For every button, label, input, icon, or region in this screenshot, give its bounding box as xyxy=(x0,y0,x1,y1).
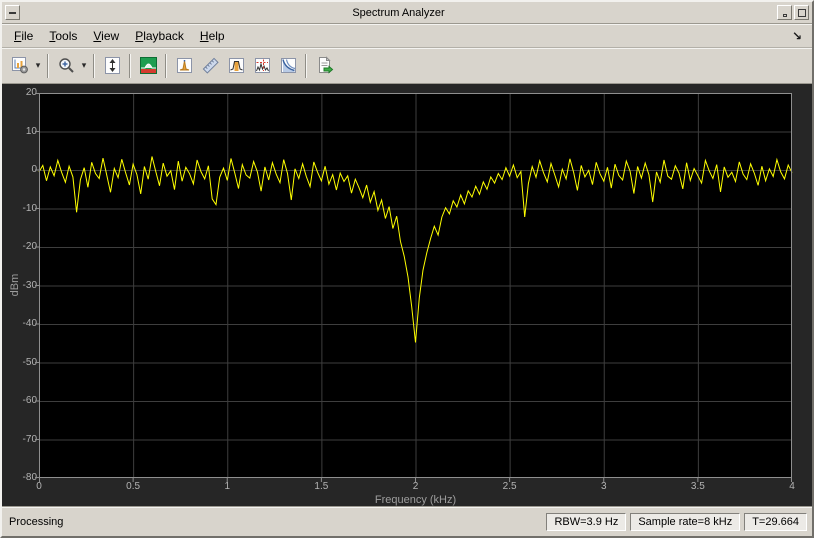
y-tick: 10 xyxy=(3,126,37,138)
spectrum-settings-button[interactable] xyxy=(135,53,161,79)
span-button[interactable] xyxy=(99,53,125,79)
menu-view[interactable]: View xyxy=(85,26,127,46)
x-tick: 0 xyxy=(36,481,42,493)
x-tick: 3.5 xyxy=(691,481,705,493)
window-title: Spectrum Analyzer xyxy=(20,7,777,19)
configuration-properties-dropdown[interactable]: ▾ xyxy=(33,60,43,71)
menu-file[interactable]: File xyxy=(6,26,41,46)
y-tick: -10 xyxy=(3,203,37,215)
y-tick-labels: 20100-10-20-30-40-50-60-70-80 xyxy=(2,93,37,478)
x-axis-label: Frequency (kHz) xyxy=(39,494,792,506)
ccdf-measurements-button[interactable] xyxy=(249,53,275,79)
peak-finder-button[interactable] xyxy=(171,53,197,79)
title-bar[interactable]: Spectrum Analyzer xyxy=(2,2,812,24)
menu-tools[interactable]: Tools xyxy=(41,26,85,46)
status-bar: Processing RBW=3.9 Hz Sample rate=8 kHz … xyxy=(2,506,812,536)
status-rbw: RBW=3.9 Hz xyxy=(546,513,626,531)
toolbar-separator xyxy=(47,54,49,78)
menu-bar: FileToolsViewPlaybackHelp ↘ xyxy=(2,24,812,48)
dock-arrow-icon[interactable]: ↘ xyxy=(786,29,808,43)
x-tick: 1 xyxy=(224,481,230,493)
spectrum-settings-icon xyxy=(139,56,158,75)
x-tick: 4 xyxy=(789,481,795,493)
y-tick: -70 xyxy=(3,434,37,446)
x-tick: 1.5 xyxy=(314,481,328,493)
window-menu-button[interactable] xyxy=(5,5,20,20)
menu-playback[interactable]: Playback xyxy=(127,26,192,46)
menu-help[interactable]: Help xyxy=(192,26,233,46)
x-tick: 3 xyxy=(601,481,607,493)
toolbar-separator xyxy=(305,54,307,78)
plot-canvas[interactable] xyxy=(39,93,792,478)
channel-measurements-button[interactable] xyxy=(223,53,249,79)
distortion-measurements-icon xyxy=(201,56,220,75)
generate-script-icon xyxy=(315,56,334,75)
toolbar-separator xyxy=(129,54,131,78)
x-tick: 0.5 xyxy=(126,481,140,493)
configuration-properties-icon xyxy=(11,56,30,75)
y-tick: -80 xyxy=(3,472,37,484)
x-tick-labels: 0 0.5 1 1.5 2 2.5 3 3.5 4 xyxy=(39,481,792,494)
toolbar-separator xyxy=(165,54,167,78)
x-tick: 2 xyxy=(413,481,419,493)
y-tick: -40 xyxy=(3,318,37,330)
toolbar: ▾ ▾ xyxy=(2,48,812,84)
status-message: Processing xyxy=(7,516,542,528)
y-tick: 20 xyxy=(3,87,37,99)
status-time: T=29.664 xyxy=(744,513,807,531)
status-sample-rate: Sample rate=8 kHz xyxy=(630,513,740,531)
zoom-in-button[interactable] xyxy=(53,53,79,79)
y-tick: -20 xyxy=(3,241,37,253)
maximize-button[interactable] xyxy=(794,5,809,20)
minimize-button[interactable] xyxy=(777,5,792,20)
y-tick: 0 xyxy=(3,164,37,176)
zoom-in-icon xyxy=(57,56,76,75)
maximize-icon xyxy=(798,9,806,17)
spectral-mask-button[interactable] xyxy=(275,53,301,79)
configuration-properties-button[interactable] xyxy=(7,53,33,79)
x-tick: 2.5 xyxy=(503,481,517,493)
y-tick: -50 xyxy=(3,357,37,369)
figure-area: dBm 20100-10-20-30-40-50-60-70-80 00.511… xyxy=(2,84,812,506)
spectrum-analyzer-window: Spectrum Analyzer FileToolsViewPlaybackH… xyxy=(0,0,814,538)
spectrum-plot xyxy=(39,93,792,478)
span-icon xyxy=(103,56,122,75)
y-tick: -30 xyxy=(3,280,37,292)
zoom-in-dropdown[interactable]: ▾ xyxy=(79,60,89,71)
generate-script-button[interactable] xyxy=(311,53,337,79)
window-menu-icon xyxy=(9,12,16,14)
ccdf-measurements-icon xyxy=(253,56,272,75)
distortion-measurements-button[interactable] xyxy=(197,53,223,79)
toolbar-separator xyxy=(93,54,95,78)
y-tick: -60 xyxy=(3,395,37,407)
spectral-mask-icon xyxy=(279,56,298,75)
peak-finder-icon xyxy=(175,56,194,75)
channel-measurements-icon xyxy=(227,56,246,75)
minimize-icon xyxy=(783,14,787,17)
